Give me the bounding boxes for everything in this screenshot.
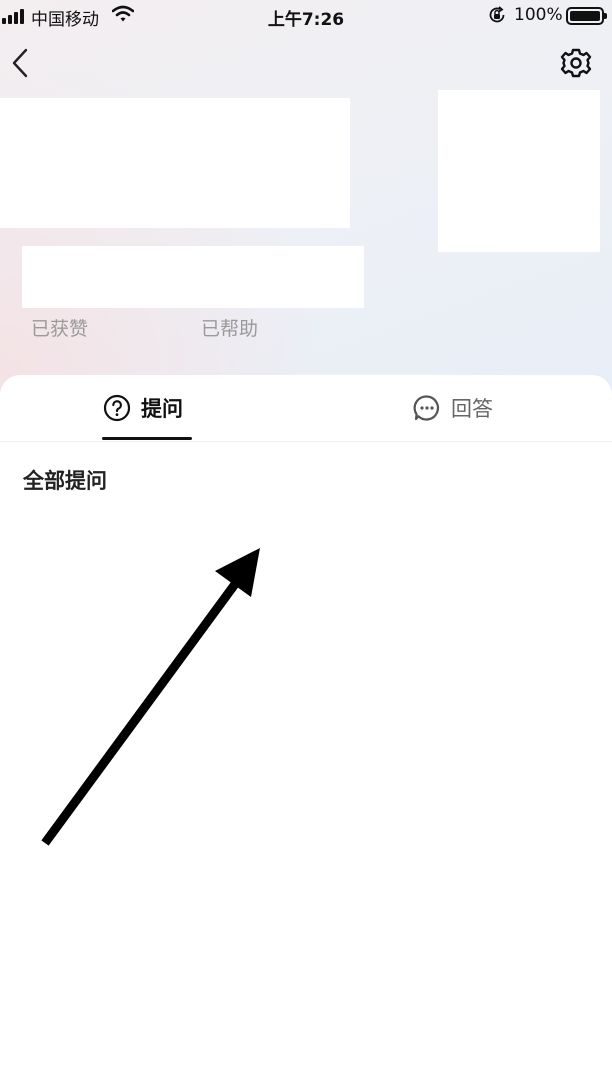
orientation-lock-icon <box>487 5 507 30</box>
helped-count-label: 已帮助 <box>201 318 259 340</box>
content-panel: 提问 回答 全部提问 <box>0 375 612 1078</box>
question-circle-icon <box>103 394 131 422</box>
section-title: 全部提问 <box>23 469 107 493</box>
liked-count-label: 已获赞 <box>31 318 89 340</box>
chevron-left-icon <box>12 48 28 78</box>
active-tab-indicator <box>102 437 192 440</box>
tab-answers-label: 回答 <box>451 397 493 421</box>
tab-answers[interactable]: 回答 <box>413 375 493 441</box>
status-bar: 中国移动 上午7:26 100% <box>0 0 612 32</box>
settings-button[interactable] <box>558 45 594 81</box>
gear-icon <box>560 48 592 78</box>
battery-percent: 100% <box>514 5 563 25</box>
back-button[interactable] <box>8 44 36 82</box>
battery-icon <box>566 7 607 25</box>
tab-bar: 提问 回答 <box>0 375 612 442</box>
tab-questions[interactable]: 提问 <box>103 375 183 441</box>
tab-questions-label: 提问 <box>141 397 183 421</box>
avatar-redacted <box>438 90 600 252</box>
profile-stats-redacted <box>22 246 364 308</box>
chat-bubble-icon <box>413 395 440 421</box>
profile-name-redacted <box>0 98 350 228</box>
